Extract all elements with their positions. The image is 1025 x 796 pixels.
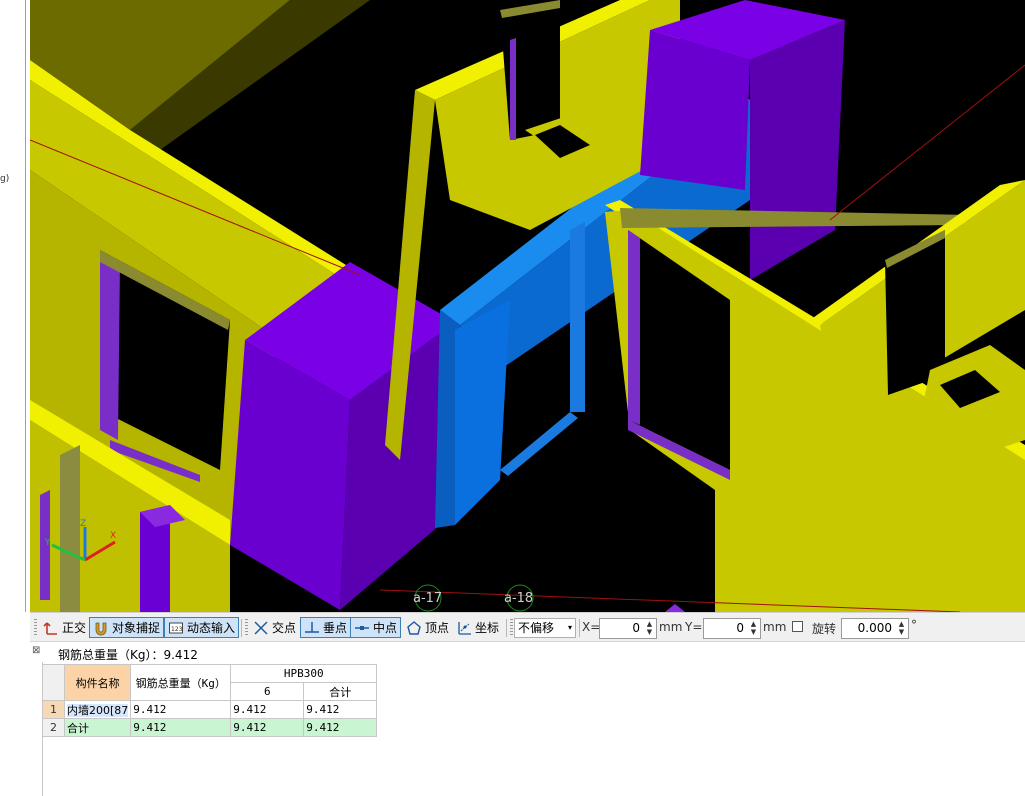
chevron-down-icon: ▾ — [567, 623, 572, 632]
x-offset-input[interactable]: 0 ▲ ▼ — [599, 618, 657, 639]
left-panel-text-fragment: g) — [0, 174, 10, 184]
table-row-total[interactable]: 2 合计 9.412 9.412 9.412 — [42, 718, 378, 737]
rebar-results-panel: ⊠ 钢筋总重量（Kg）：9.412 构件名称 钢筋总重量（Kg） HPB300 … — [30, 642, 1025, 796]
vertex-icon — [407, 620, 421, 635]
perpendicular-snap-button[interactable]: 垂点 — [300, 617, 352, 638]
cell-total-weight[interactable]: 9.412 — [130, 718, 232, 737]
perpendicular-label: 垂点 — [323, 621, 348, 635]
rotate-spin-arrows-icon[interactable]: ▲ ▼ — [896, 620, 907, 637]
svg-text:X: X — [110, 531, 116, 541]
cell-component-name[interactable]: 内墙200[87 — [63, 700, 132, 719]
coordinate-icon — [458, 621, 471, 635]
dynamic-input-icon: 123 — [169, 622, 183, 633]
axis-label-a18: a-18 — [504, 591, 534, 606]
offset-mode-value: 不偏移 — [518, 621, 555, 635]
offset-mode-select[interactable]: 不偏移 ▾ — [514, 618, 576, 638]
y-label: Y= — [685, 620, 703, 634]
col-header-subtotal[interactable]: 合计 — [303, 682, 378, 701]
ortho-label: 正交 — [62, 621, 87, 635]
left-panel-edge: g) — [0, 0, 30, 612]
cell-subtotal[interactable]: 9.412 — [303, 718, 378, 737]
y-spin-arrows-icon[interactable]: ▲ ▼ — [748, 620, 759, 637]
rotate-input[interactable]: 0.000 ▲ ▼ — [841, 618, 909, 639]
midpoint-icon — [355, 625, 369, 630]
intersection-snap-button[interactable]: 交点 — [250, 617, 299, 638]
rebar-table: 构件名称 钢筋总重量（Kg） HPB300 6 合计 1 内墙200[87 9.… — [42, 664, 378, 737]
midpoint-label: 中点 — [373, 621, 398, 635]
table-corner[interactable] — [42, 664, 65, 701]
magnet-icon — [95, 622, 107, 635]
close-panel-icon[interactable]: ⊠ — [32, 646, 42, 656]
cell-total-weight[interactable]: 9.412 — [130, 700, 232, 719]
vertex-snap-button[interactable]: 顶点 — [403, 617, 452, 638]
svg-text:123: 123 — [171, 626, 183, 633]
col-header-diameter[interactable]: 6 — [230, 682, 305, 701]
axis-label-a17: a-17 — [413, 591, 443, 606]
vertex-label: 顶点 — [425, 621, 450, 635]
dynamic-input-label: 动态输入 — [187, 621, 236, 635]
intersection-icon — [254, 620, 268, 635]
x-spin-arrows-icon[interactable]: ▲ ▼ — [644, 620, 655, 637]
y-offset-input[interactable]: 0 ▲ ▼ — [703, 618, 761, 639]
svg-text:Z: Z — [80, 519, 86, 529]
building-model: Z X Y — [30, 0, 1025, 612]
panel-divider[interactable] — [25, 0, 26, 612]
x-offset-value: 0 — [632, 621, 640, 635]
y-offset-value: 0 — [736, 621, 744, 635]
3d-viewport[interactable]: Z X Y a-17 a-18 — [30, 0, 1025, 612]
toolbar-grip[interactable] — [34, 619, 37, 637]
table-row[interactable]: 1 内墙200[87 9.412 9.412 9.412 — [42, 700, 378, 719]
ortho-button[interactable]: 正交 — [40, 617, 89, 638]
midpoint-snap-button[interactable]: 中点 — [350, 617, 402, 638]
x-label: X= — [582, 620, 601, 634]
rebar-total-weight: 钢筋总重量（Kg）：9.412 — [58, 648, 198, 662]
rotate-value: 0.000 — [857, 621, 892, 635]
cell-subtotal[interactable]: 9.412 — [303, 700, 378, 719]
perpendicular-icon — [305, 621, 319, 633]
object-snap-label: 对象捕捉 — [112, 621, 161, 635]
cell-d6-weight[interactable]: 9.412 — [230, 718, 305, 737]
rotate-label: 旋转 — [812, 622, 837, 636]
svg-text:Y: Y — [44, 538, 51, 548]
intersection-label: 交点 — [272, 621, 297, 635]
rotate-checkbox[interactable] — [792, 621, 803, 632]
row-index[interactable]: 1 — [42, 700, 65, 719]
degree-symbol: ° — [911, 618, 917, 632]
cell-component-name[interactable]: 合计 — [63, 718, 132, 737]
coordinate-snap-button[interactable]: 坐标 — [453, 617, 502, 638]
ortho-icon — [43, 621, 57, 635]
y-unit: mm — [763, 620, 787, 634]
row-index[interactable]: 2 — [42, 718, 65, 737]
coordinate-label: 坐标 — [475, 621, 500, 635]
object-snap-button[interactable]: 对象捕捉 — [89, 617, 165, 638]
dynamic-input-button[interactable]: 123 动态输入 — [164, 617, 240, 638]
x-unit: mm — [659, 620, 683, 634]
cell-d6-weight[interactable]: 9.412 — [230, 700, 305, 719]
col-header-component-name[interactable]: 构件名称 — [63, 664, 132, 701]
col-header-grade[interactable]: HPB300 — [230, 664, 378, 683]
col-header-total-weight[interactable]: 钢筋总重量（Kg） — [130, 664, 232, 701]
snap-toolbar: 正交 对象捕捉 123 动态输入 交点 垂点 中点 顶点 坐标 不偏移 ▾ X=… — [30, 612, 1025, 642]
